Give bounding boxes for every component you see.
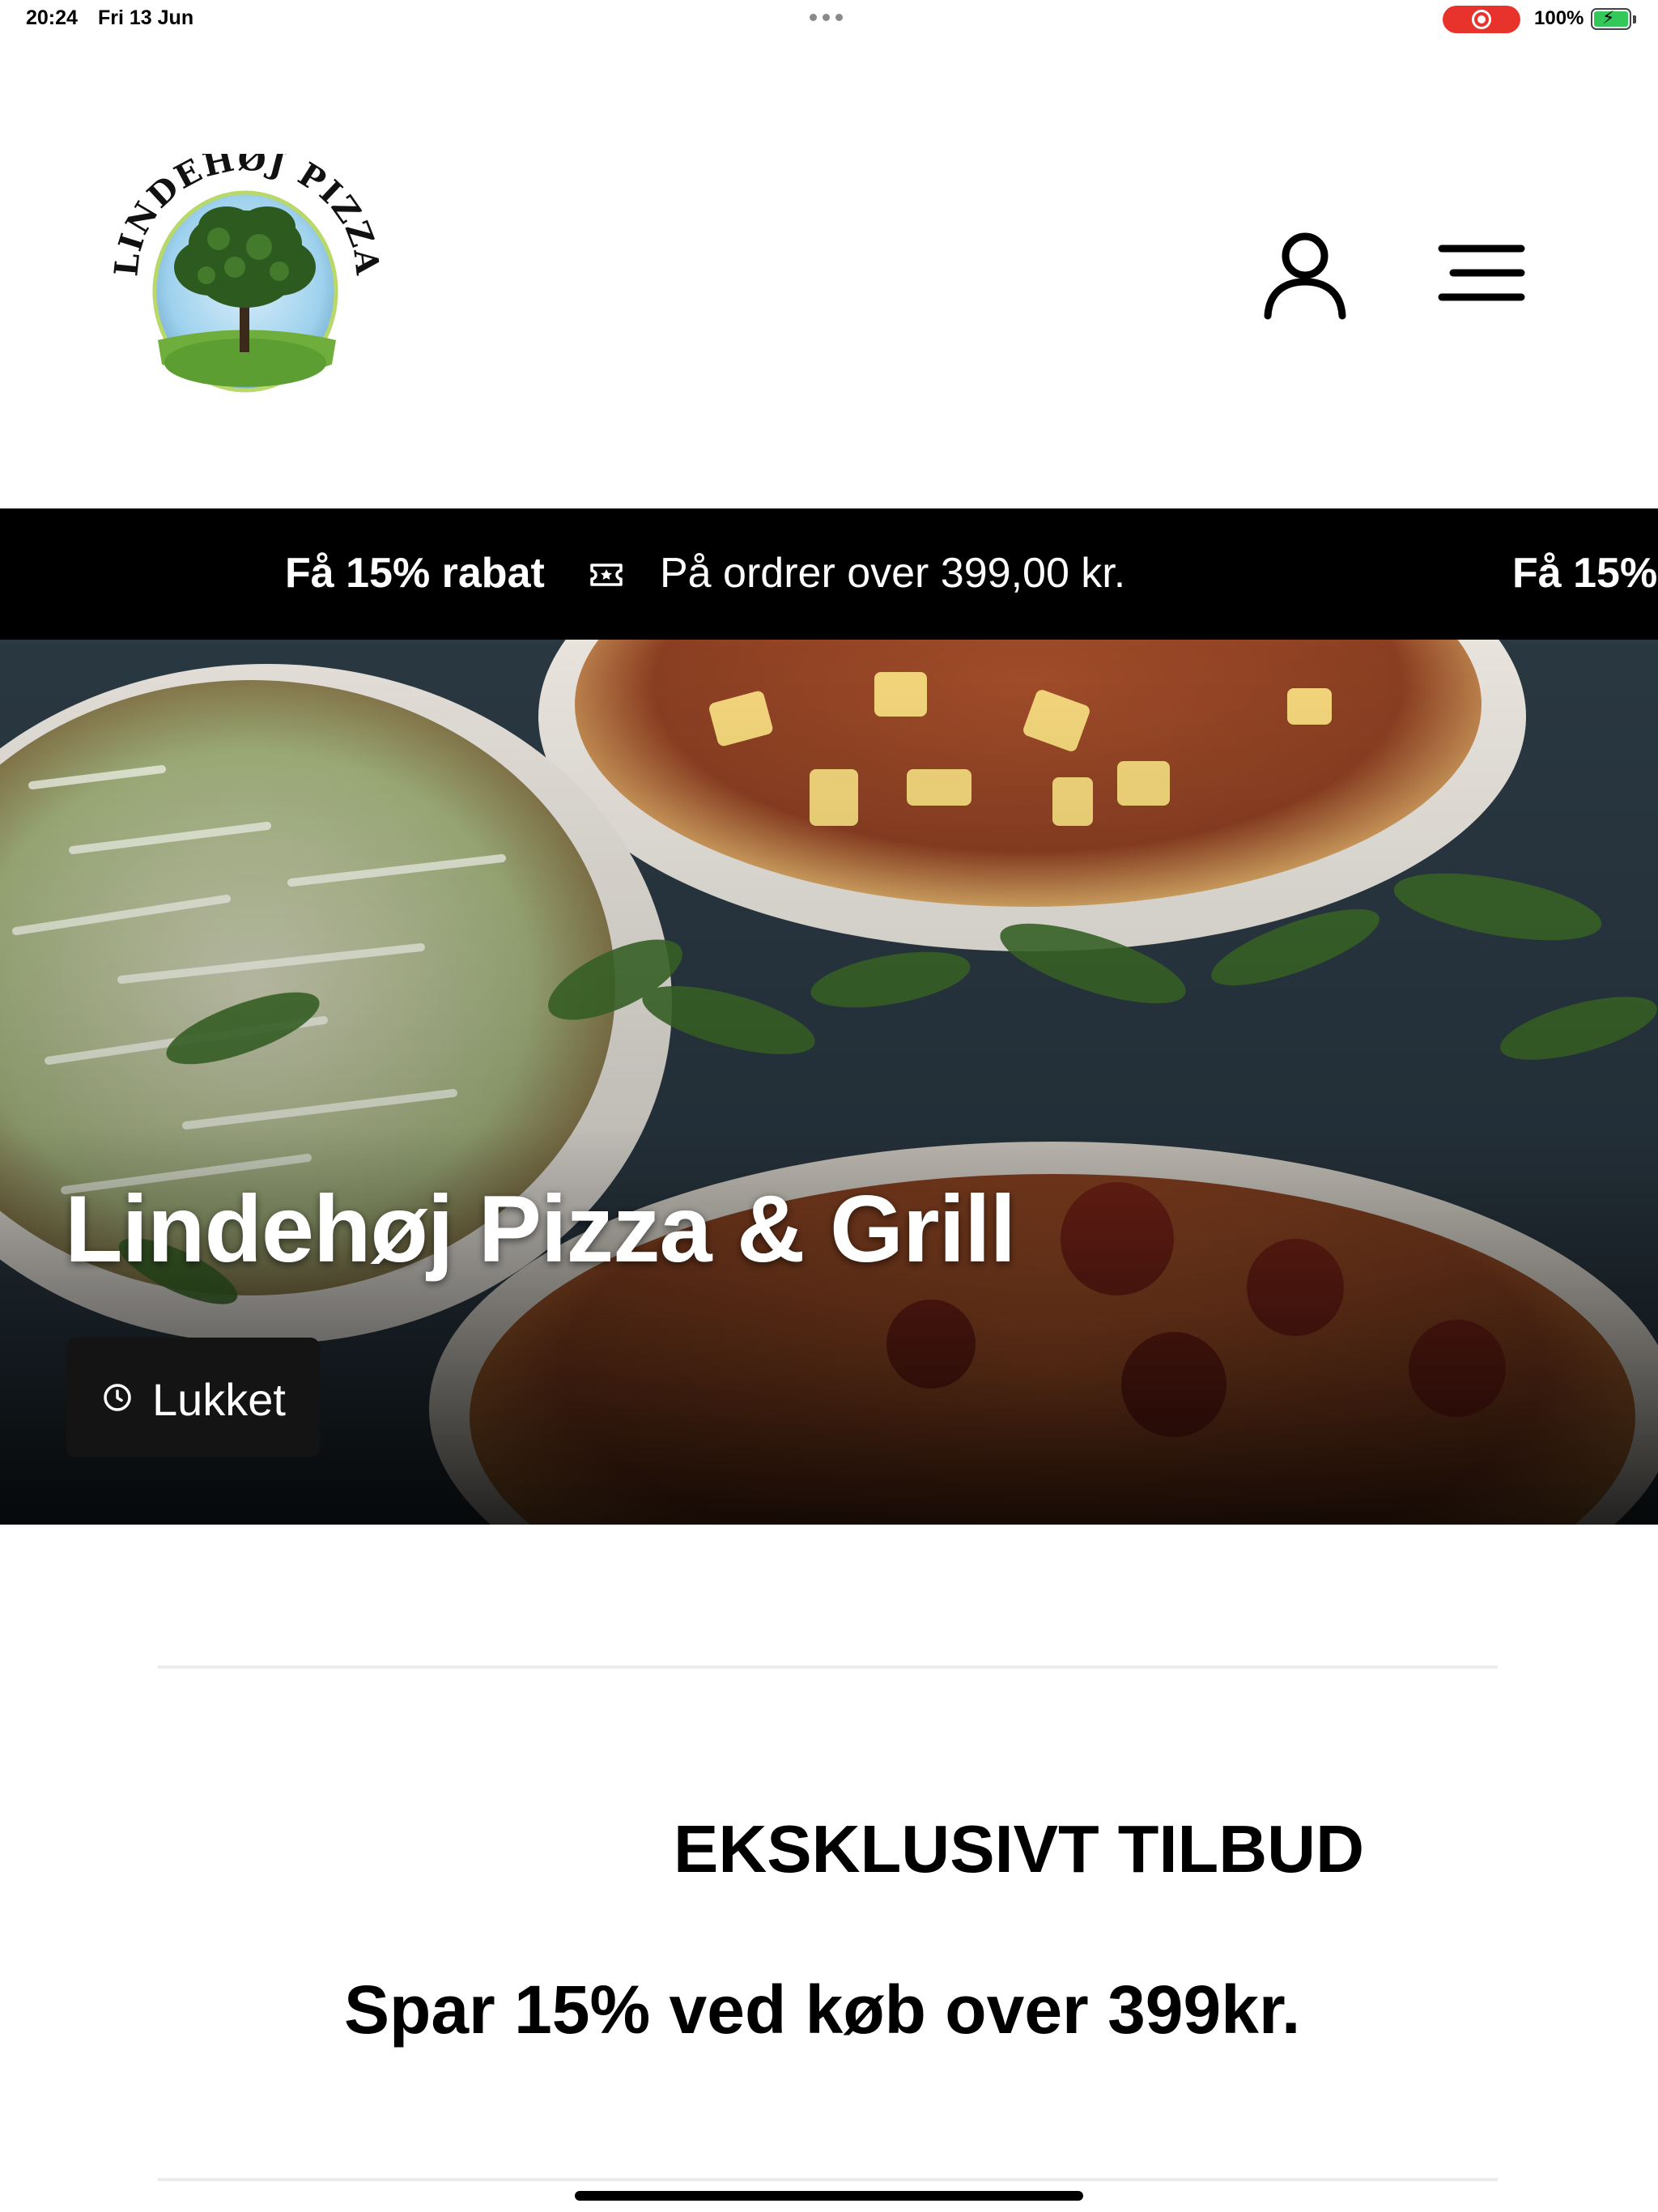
promo-ribbon-headline-repeat: Få 15% — [1512, 550, 1658, 597]
status-bar: 20:24 Fri 13 Jun 100% ⚡ — [0, 0, 1658, 39]
menu-button[interactable] — [1437, 239, 1526, 307]
offer-subtitle: Spar 15% ved køb over 399kr. — [344, 1972, 1301, 2048]
ticket-icon — [590, 564, 623, 586]
battery-icon: ⚡ — [1591, 8, 1631, 30]
screen-recording-icon[interactable] — [1443, 6, 1520, 33]
opening-status-badge[interactable]: Lukket — [66, 1338, 320, 1457]
offer-title: EKSKLUSIVT TILBUD — [674, 1811, 1365, 1887]
promo-ribbon: Få 15% rabat På ordrer over 399,00 kr. F… — [0, 508, 1658, 640]
user-icon — [1264, 232, 1346, 320]
promo-ribbon-headline: Få 15% rabat — [285, 550, 545, 597]
status-date: Fri 13 Jun — [98, 6, 194, 29]
status-time: 20:24 — [26, 6, 78, 29]
restaurant-name: Lindehøj Pizza & Grill — [65, 1176, 1016, 1282]
promo-ribbon-text: På ordrer over 399,00 kr. — [660, 550, 1126, 597]
restaurant-logo[interactable]: LINDEHØJ PIZZA — [107, 140, 385, 401]
opening-status-label: Lukket — [152, 1374, 286, 1425]
clock-icon — [104, 1384, 131, 1411]
section-divider — [158, 1665, 1498, 1669]
home-indicator[interactable] — [575, 2191, 1083, 2201]
battery-percentage: 100% — [1534, 7, 1584, 29]
section-divider — [158, 2178, 1498, 2181]
account-button[interactable] — [1258, 225, 1347, 322]
hamburger-menu-icon — [1438, 245, 1525, 301]
multitasking-dots-icon[interactable] — [810, 14, 843, 21]
